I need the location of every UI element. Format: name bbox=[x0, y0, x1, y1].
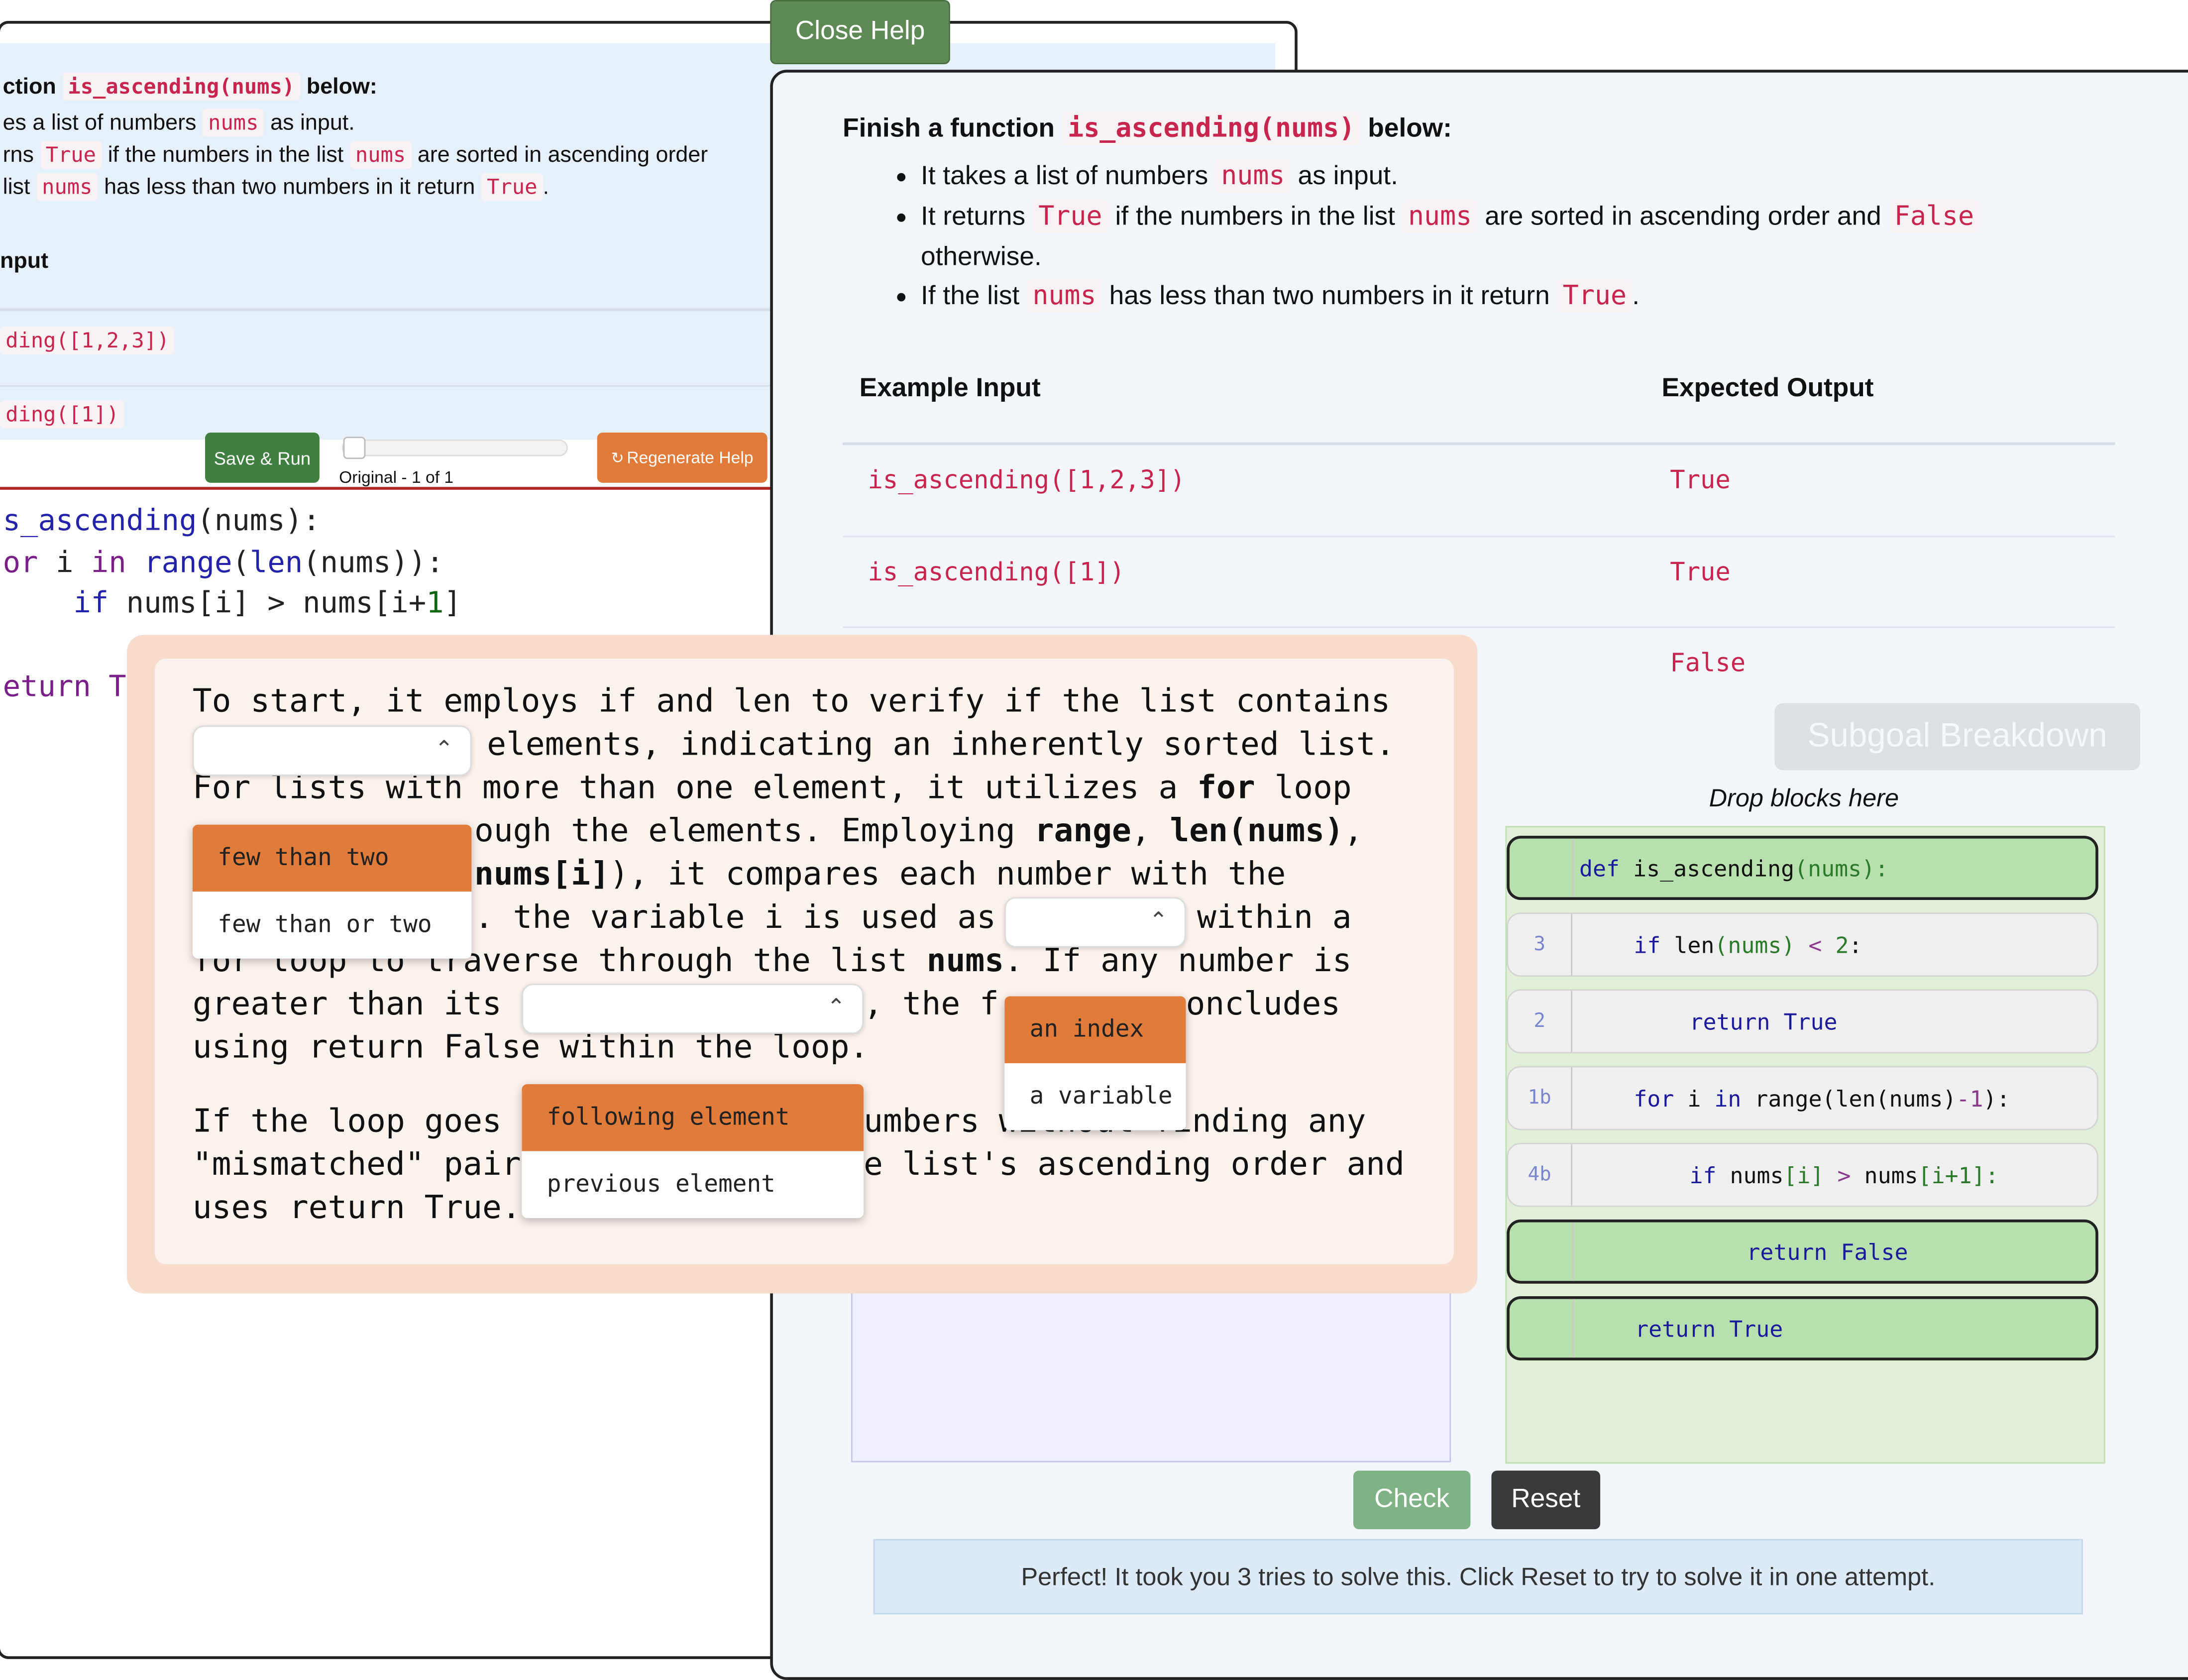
dropdown-option[interactable]: an index bbox=[1004, 996, 1186, 1063]
example-input: is_ascending([1,2,3]) bbox=[868, 466, 1186, 496]
bg-row-divider bbox=[0, 385, 781, 387]
block-label bbox=[1510, 838, 1574, 897]
close-help-button[interactable]: Close Help bbox=[770, 0, 950, 64]
blank-dropdown-2[interactable]: ⌃ bbox=[1004, 897, 1186, 948]
explanation-line: e list's ascending order and bbox=[864, 1147, 1405, 1183]
bg-table-header: nput bbox=[0, 249, 49, 274]
reset-button[interactable]: Reset bbox=[1491, 1470, 1601, 1530]
bg-controls: Save & Run Original - 1 of 1 ↻ Regenerate… bbox=[0, 429, 781, 490]
explanation-line: uses return True. bbox=[192, 1190, 521, 1227]
version-label: Original - 1 of 1 bbox=[339, 467, 454, 487]
explanation-line: . the variable i is used as bbox=[474, 899, 996, 936]
col-expected-output: Expected Output bbox=[1661, 374, 1874, 404]
explanation-line: , the f bbox=[864, 986, 999, 1023]
table-row: is_ascending([1,2,3]) True bbox=[843, 445, 2115, 536]
help-bullet-3: If the list nums has less than two numbe… bbox=[921, 279, 1640, 313]
code-block[interactable]: def is_ascending (nums): bbox=[1507, 836, 2098, 900]
slider-handle[interactable] bbox=[343, 437, 366, 459]
dropdown-1-menu: few than two few than or two bbox=[192, 824, 472, 959]
bg-bullet-1: es a list of numbers nums as input. bbox=[3, 109, 355, 137]
bg-bullet-2: rns True if the numbers in the list nums… bbox=[3, 141, 708, 169]
chevron-up-icon: ⌃ bbox=[1149, 909, 1168, 934]
explanation-line: To start, it employs if and len to verif… bbox=[192, 683, 1391, 720]
code-line-1: s_ascending(nums): bbox=[2, 503, 321, 538]
dropdown-option[interactable]: following element bbox=[522, 1084, 864, 1151]
regenerate-help-label: Regenerate Help bbox=[627, 448, 754, 468]
code-block[interactable]: 3 if len (nums) < 2: bbox=[1507, 912, 2098, 977]
bg-row-2: ding([1]) bbox=[0, 400, 125, 429]
expected-output: True bbox=[1670, 466, 1731, 496]
editor-divider bbox=[0, 487, 776, 490]
dropdown-option[interactable]: a variable bbox=[1004, 1063, 1186, 1130]
block-label: 3 bbox=[1508, 914, 1573, 976]
explanation-line: nums[i]), it compares each number with t… bbox=[474, 857, 1286, 893]
block-code: for i in range (len(nums) -1): bbox=[1634, 1085, 2010, 1112]
explanation-line: elements, indicating an inherently sorte… bbox=[487, 727, 1395, 764]
bg-row-1: ding([1,2,3]) bbox=[0, 326, 175, 354]
blank-dropdown-3[interactable]: ⌃ bbox=[522, 984, 864, 1034]
block-label bbox=[1510, 1222, 1574, 1281]
code-block[interactable]: 2 return True bbox=[1507, 989, 2098, 1054]
refresh-icon: ↻ bbox=[611, 449, 624, 467]
expected-output: True bbox=[1670, 558, 1731, 588]
table-row: is_ascending([1]) True bbox=[843, 536, 2115, 628]
block-code: if len (nums) < 2: bbox=[1634, 931, 1862, 958]
explanation-line: If the loop goes bbox=[192, 1104, 502, 1140]
explanation-line: within a bbox=[1197, 899, 1352, 936]
chevron-up-icon: ⌃ bbox=[827, 996, 846, 1020]
help-heading: Finish a function is_ascending(nums) bel… bbox=[843, 112, 1452, 145]
block-label bbox=[1510, 1299, 1574, 1358]
block-label: 2 bbox=[1508, 991, 1573, 1052]
code-block[interactable]: return True bbox=[1507, 1296, 2098, 1360]
dropdown-option[interactable]: few than two bbox=[192, 824, 472, 892]
subgoal-breakdown-button[interactable]: Subgoal Breakdown bbox=[1774, 703, 2140, 771]
bg-heading: ction is_ascending(nums) below: bbox=[3, 72, 377, 101]
block-code: return False bbox=[1747, 1238, 1908, 1265]
col-example-input: Example Input bbox=[859, 374, 1041, 404]
example-input: is_ascending([1]) bbox=[868, 558, 1125, 588]
explanation-line: "mismatched" pair bbox=[192, 1147, 521, 1183]
code-line-2: or i in range(len(nums)): bbox=[2, 545, 444, 579]
bg-table-divider bbox=[0, 308, 781, 312]
code-block[interactable]: 1b for i in range (len(nums) -1): bbox=[1507, 1066, 2098, 1130]
dropdown-2-menu: an index a variable bbox=[1004, 996, 1186, 1130]
block-code: return True bbox=[1635, 1315, 1783, 1342]
bullet-dot bbox=[897, 293, 906, 302]
explanation-line: ough the elements. Employing range, len(… bbox=[474, 813, 1363, 850]
chevron-up-icon: ⌃ bbox=[435, 738, 453, 762]
dropdown-option[interactable]: previous element bbox=[522, 1151, 864, 1219]
bg-bullet-3: list nums has less than two numbers in i… bbox=[3, 173, 549, 201]
code-line-5: eturn Tr bbox=[2, 670, 144, 703]
help-bullet-1: It takes a list of numbers nums as input… bbox=[921, 159, 1398, 193]
regenerate-help-button[interactable]: ↻ Regenerate Help bbox=[597, 432, 767, 483]
code-block[interactable]: return False bbox=[1507, 1219, 2098, 1284]
feedback-message: Perfect! It took you 3 tries to solve th… bbox=[873, 1539, 2083, 1615]
source-blocks-area[interactable] bbox=[851, 1283, 1451, 1462]
expected-output: False bbox=[1670, 649, 1746, 678]
block-code: return True bbox=[1689, 1008, 1838, 1035]
code-block[interactable]: 4b if nums [i] > nums [i+ 1]: bbox=[1507, 1142, 2098, 1207]
block-code: def is_ascending (nums): bbox=[1579, 854, 1889, 882]
block-label: 4b bbox=[1508, 1144, 1573, 1206]
help-bullet-2-cont: otherwise. bbox=[921, 242, 1042, 272]
check-button[interactable]: Check bbox=[1353, 1470, 1471, 1530]
bullet-dot bbox=[897, 213, 906, 222]
save-run-button[interactable]: Save & Run bbox=[205, 432, 320, 483]
blank-dropdown-1[interactable]: ⌃ bbox=[192, 725, 472, 776]
drop-blocks-label: Drop blocks here bbox=[1709, 784, 1899, 812]
explanation-line: oncludes bbox=[1186, 986, 1341, 1023]
bullet-dot bbox=[897, 173, 906, 182]
block-label: 1b bbox=[1508, 1067, 1573, 1129]
explanation-line: using return False within the loop. bbox=[192, 1029, 869, 1066]
version-slider[interactable] bbox=[341, 437, 568, 459]
code-line-3: if nums[i] > nums[i+1] bbox=[2, 586, 462, 620]
help-bullet-2: It returns True if the numbers in the li… bbox=[921, 199, 1980, 233]
dropdown-option[interactable]: few than or two bbox=[193, 892, 472, 959]
block-code: if nums [i] > nums [i+ 1]: bbox=[1689, 1161, 1999, 1188]
dropdown-3-menu: following element previous element bbox=[522, 1084, 864, 1219]
explanation-line: greater than its bbox=[192, 986, 502, 1023]
